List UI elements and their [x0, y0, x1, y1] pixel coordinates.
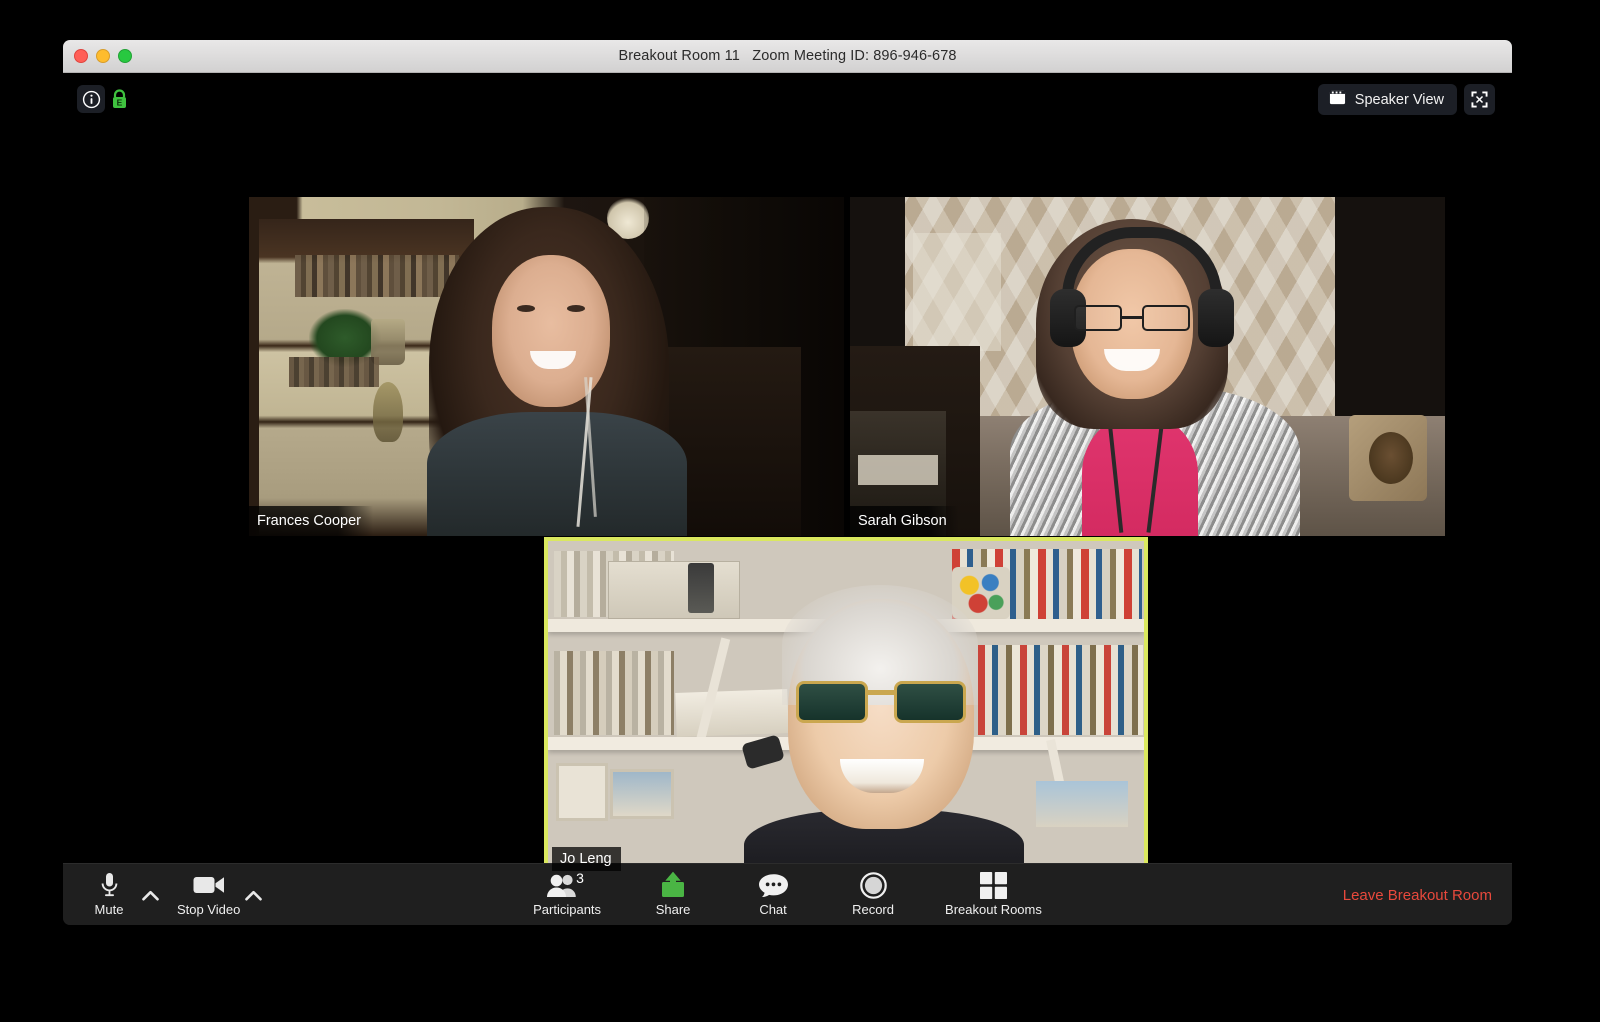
video-feed [249, 197, 844, 536]
participants-count: 3 [576, 870, 584, 886]
speaker-view-label: Speaker View [1354, 91, 1444, 108]
meeting-info-badges: E [77, 85, 128, 113]
svg-text:E: E [117, 97, 123, 107]
chat-label: Chat [759, 902, 787, 917]
speaker-view-icon [1329, 89, 1346, 111]
chat-bubble-icon [758, 871, 789, 899]
view-controls: Speaker View [1317, 84, 1495, 115]
fullscreen-icon[interactable] [1464, 84, 1495, 115]
traffic-light-buttons [74, 40, 132, 72]
participant-name-label: Jo Leng [552, 847, 621, 871]
participants-label: Participants [533, 902, 602, 917]
share-label: Share [655, 902, 691, 917]
meeting-toolbar: Mute Stop Video 3 Participants Share Cha… [63, 863, 1512, 925]
window-titlebar: Breakout Room 11 Zoom Meeting ID: 896-94… [63, 40, 1512, 73]
record-circle-icon [859, 871, 887, 899]
breakout-rooms-label: Breakout Rooms [945, 902, 1042, 917]
toolbar-center-group: 3 Participants Share Chat Record Breakou… [63, 864, 1512, 925]
video-tile-frances-cooper[interactable]: Frances Cooper [249, 197, 844, 536]
share-screen-icon [658, 871, 688, 899]
toolbar-right-group: Leave Breakout Room [1343, 864, 1492, 925]
breakout-rooms-grid-icon [979, 871, 1007, 899]
info-icon[interactable] [77, 85, 105, 113]
window-title: Breakout Room 11 Zoom Meeting ID: 896-94… [618, 48, 957, 64]
video-tile-jo-leng[interactable]: Jo Leng [544, 537, 1148, 879]
minimize-window-button[interactable] [96, 49, 110, 63]
screen-root: Breakout Room 11 Zoom Meeting ID: 896-94… [0, 0, 1600, 1022]
participants-icon: 3 [546, 870, 588, 899]
breakout-rooms-button[interactable]: Breakout Rooms [945, 864, 1042, 917]
participant-name-label: Sarah Gibson [850, 506, 959, 536]
maximize-window-button[interactable] [118, 49, 132, 63]
participant-name-label: Frances Cooper [249, 506, 373, 536]
chat-button[interactable]: Chat [745, 864, 801, 917]
record-button[interactable]: Record [845, 864, 901, 917]
leave-breakout-room-button[interactable]: Leave Breakout Room [1343, 887, 1492, 904]
record-label: Record [852, 902, 894, 917]
video-feed [548, 541, 1144, 875]
speaker-view-button[interactable]: Speaker View [1317, 84, 1457, 115]
lock-shield-icon[interactable]: E [111, 88, 128, 110]
participants-button[interactable]: 3 Participants [533, 864, 601, 917]
zoom-meeting-window: Breakout Room 11 Zoom Meeting ID: 896-94… [63, 40, 1512, 925]
share-screen-button[interactable]: Share [645, 864, 701, 917]
video-feed [850, 197, 1445, 536]
close-window-button[interactable] [74, 49, 88, 63]
video-tile-sarah-gibson[interactable]: Sarah Gibson [850, 197, 1445, 536]
video-stage: E Speaker View Frances Cooper Sarah Gibs… [63, 73, 1512, 879]
